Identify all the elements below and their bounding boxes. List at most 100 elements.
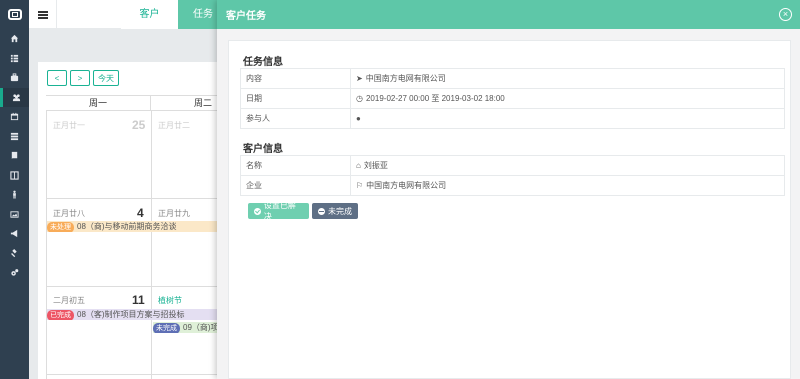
day-number[interactable]: 11: [132, 293, 145, 307]
task-info-table: 内容 ➤ 中国南方电网有限公司 日期 ◷ 2019-02-27 00:00 至 20…: [240, 68, 785, 129]
lunar-date: 正月廿一: [53, 121, 85, 130]
status-badge: 未处理: [47, 222, 74, 232]
sidebar-item-calendar[interactable]: [0, 107, 29, 127]
date-value: 2019-02-27 00:00 至 2019-03-02 18:00: [365, 94, 505, 103]
sidebar-item-home[interactable]: [0, 29, 29, 49]
home-icon: ⌂: [356, 161, 361, 170]
task-section-title: 任务信息: [243, 57, 283, 68]
list-icon: [10, 54, 19, 62]
sidebar-item-megaphone[interactable]: [0, 224, 29, 244]
customer-section-title: 客户信息: [243, 144, 283, 155]
prev-button[interactable]: <: [47, 70, 67, 86]
calendar-icon: [10, 113, 19, 121]
row-key: 日期: [240, 88, 351, 109]
user-icon: ●: [356, 114, 361, 123]
table-row: 参与人 ●: [240, 108, 785, 129]
festival-label: 植树节: [158, 296, 182, 305]
users-icon: [12, 94, 20, 101]
table-row: 内容 ➤ 中国南方电网有限公司: [240, 68, 785, 89]
calendar-weekday-header: 周一 周二: [46, 95, 256, 111]
panel-header: 客户任务 ×: [217, 0, 800, 29]
lunar-date: 正月廿二: [158, 121, 190, 130]
gears-icon: [11, 269, 19, 276]
location-arrow-icon: ➤: [356, 74, 363, 83]
lunar-date: 正月廿八: [53, 209, 85, 218]
event-text: 08（客)制作项目方案与招投标: [77, 310, 185, 319]
calendar-nav: < > 今天: [47, 70, 119, 86]
next-button[interactable]: >: [70, 70, 90, 86]
calendar-divider: [151, 111, 152, 379]
sidebar-item-users[interactable]: [0, 87, 29, 107]
panel-title: 客户任务: [226, 11, 266, 22]
row-key: 参与人: [240, 108, 351, 129]
sidebar-item-person[interactable]: [0, 185, 29, 205]
minus-circle-icon: [318, 207, 325, 215]
status-badge: 已完成: [47, 310, 74, 320]
sidebar-item-book[interactable]: [0, 146, 29, 166]
table-row: 名称 ⌂ 刘振亚: [240, 155, 785, 176]
flag-icon: ⚐: [356, 181, 364, 190]
columns-icon: [10, 171, 19, 180]
task-detail-panel: 客户任务 × 任务信息 内容 ➤ 中国南方电网有限公司 日期 ◷ 2019-02-2…: [217, 0, 800, 379]
event-text: 08（商)与移动前期商务洽谈: [77, 222, 177, 231]
megaphone-icon: [10, 230, 18, 238]
customer-info-table: 名称 ⌂ 刘振亚 企业 ⚐ 中国南方电网有限公司: [240, 155, 785, 196]
clock-icon: ◷: [356, 94, 363, 103]
today-button[interactable]: 今天: [93, 70, 119, 86]
content-value: 中国南方电网有限公司: [365, 74, 446, 83]
calendar-event[interactable]: 未完成 09（商)项: [153, 322, 217, 333]
close-button[interactable]: ×: [779, 8, 792, 21]
calendar-divider: [46, 111, 47, 379]
button-label: 设置已解决: [263, 201, 296, 221]
calendar-event[interactable]: 已完成 08（客)制作项目方案与招投标: [47, 309, 217, 320]
home-icon: [10, 35, 19, 43]
calendar-divider: [46, 374, 226, 375]
image-icon: [10, 211, 19, 218]
calendar-divider: [46, 286, 226, 287]
check-circle-icon: [254, 207, 261, 215]
lunar-date: 二月初五: [53, 296, 85, 305]
sidebar-item-image[interactable]: [0, 205, 29, 225]
row-value: ⚐ 中国南方电网有限公司: [350, 175, 785, 196]
sidebar-item-list[interactable]: [0, 49, 29, 69]
hamburger-icon: [37, 13, 48, 16]
table-row: 企业 ⚐ 中国南方电网有限公司: [240, 175, 785, 196]
row-value: ⌂ 刘振亚: [350, 155, 785, 176]
row-value: ●: [350, 108, 785, 129]
menu-toggle-button[interactable]: [29, 0, 57, 29]
panel-body: 任务信息 内容 ➤ 中国南方电网有限公司 日期 ◷ 2019-02-27 00:00…: [228, 40, 791, 379]
logo[interactable]: [0, 0, 29, 29]
day-number[interactable]: 25: [132, 118, 145, 132]
person-icon: [13, 190, 16, 199]
briefcase-icon: [10, 73, 19, 82]
sidebar: [0, 0, 29, 379]
event-text: 09（商)项: [183, 323, 217, 332]
tab-customer[interactable]: 客户: [121, 0, 178, 29]
logo-icon: [7, 9, 22, 20]
calendar-divider: [46, 198, 226, 199]
row-value: ➤ 中国南方电网有限公司: [350, 68, 785, 89]
sidebar-item-gears[interactable]: [0, 263, 29, 283]
set-resolved-button[interactable]: 设置已解决: [248, 201, 309, 221]
table-row: 日期 ◷ 2019-02-27 00:00 至 2019-03-02 18:00: [240, 88, 785, 109]
customer-name-value: 刘振亚: [363, 161, 388, 170]
button-label: 未完成: [328, 206, 352, 216]
sidebar-item-briefcase[interactable]: [0, 68, 29, 88]
table-icon: [10, 132, 19, 140]
book-icon: [11, 152, 18, 160]
sidebar-item-columns[interactable]: [0, 166, 29, 186]
row-key: 名称: [240, 155, 351, 176]
row-key: 企业: [240, 175, 351, 196]
company-value: 中国南方电网有限公司: [366, 181, 447, 190]
sidebar-item-gavel[interactable]: [0, 244, 29, 264]
gavel-icon: [11, 248, 17, 257]
status-badge: 未完成: [153, 323, 180, 333]
unfinished-button[interactable]: 未完成: [312, 203, 358, 219]
calendar-event[interactable]: 未处理 08（商)与移动前期商务洽谈: [47, 221, 217, 232]
row-value: ◷ 2019-02-27 00:00 至 2019-03-02 18:00: [350, 88, 785, 109]
row-key: 内容: [240, 68, 351, 89]
day-number[interactable]: 4: [137, 206, 144, 220]
lunar-date: 正月廿九: [158, 209, 190, 218]
sidebar-item-table[interactable]: [0, 127, 29, 147]
weekday-monday: 周一: [46, 96, 151, 110]
